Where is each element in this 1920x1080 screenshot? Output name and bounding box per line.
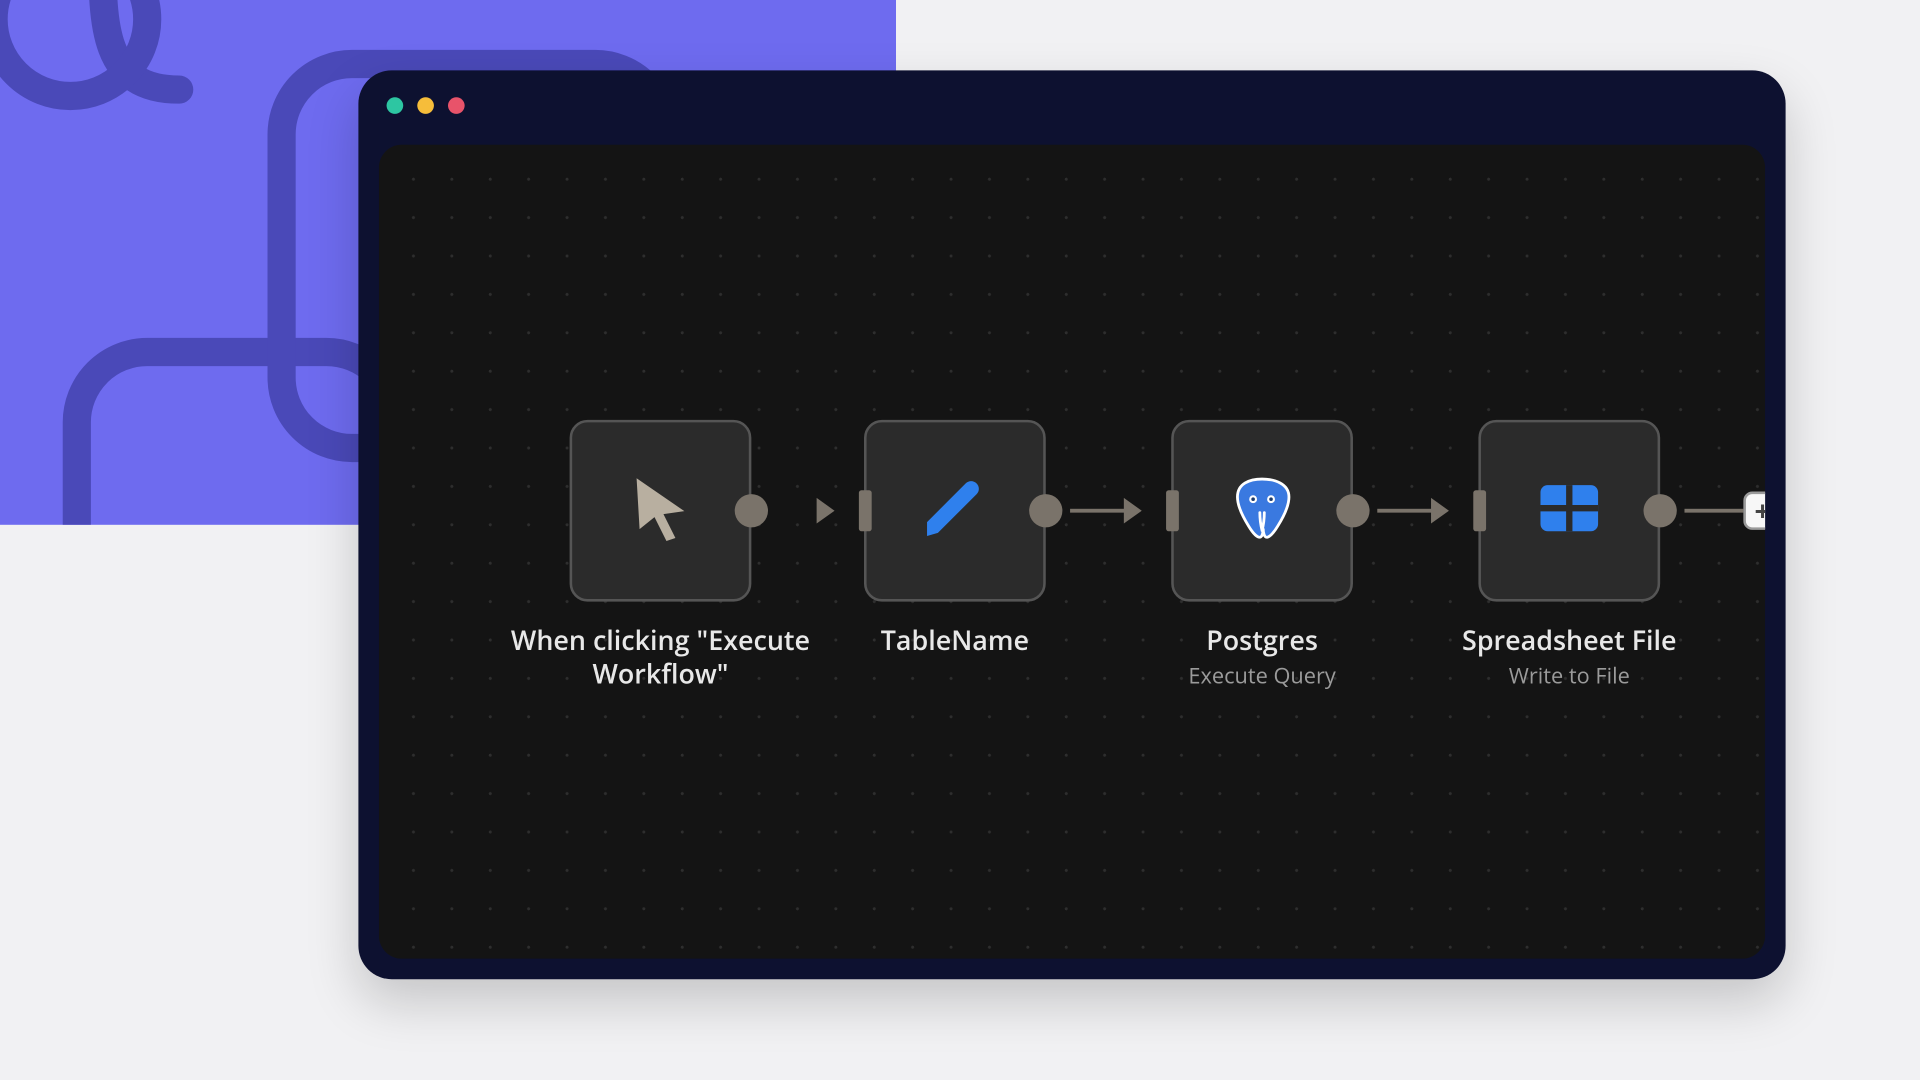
node-title: When clicking "Execute Workflow": [494, 625, 827, 692]
plus-icon: +: [1755, 497, 1766, 525]
workflow-flow: When clicking "Execute Workflow" TableNa…: [494, 420, 1765, 692]
node-tablename: TableName: [840, 420, 1070, 658]
node-spreadsheet-box[interactable]: [1478, 420, 1660, 602]
node-tablename-box[interactable]: [864, 420, 1046, 602]
node-input-port[interactable]: [859, 490, 872, 531]
add-node-tail: +: [1684, 420, 1765, 602]
add-node-button[interactable]: +: [1743, 492, 1765, 530]
workflow-canvas[interactable]: When clicking "Execute Workflow" TableNa…: [379, 145, 1765, 959]
node-trigger: When clicking "Execute Workflow": [494, 420, 827, 692]
cursor-icon: [625, 472, 697, 550]
spreadsheet-icon: [1535, 473, 1604, 549]
node-postgres: Postgres Execute Query: [1147, 420, 1377, 690]
node-output-port[interactable]: [1336, 494, 1369, 527]
pencil-icon: [918, 470, 992, 551]
node-input-port[interactable]: [1166, 490, 1179, 531]
window-close-button[interactable]: [387, 97, 404, 114]
postgres-icon: [1226, 472, 1298, 550]
window-maximize-button[interactable]: [448, 97, 465, 114]
node-spreadsheet: Spreadsheet File Write to File: [1454, 420, 1684, 690]
node-title: Spreadsheet File: [1462, 625, 1676, 659]
app-window: When clicking "Execute Workflow" TableNa…: [358, 70, 1785, 979]
connector-arrow: [1070, 420, 1147, 602]
node-trigger-box[interactable]: [570, 420, 752, 602]
node-title: TableName: [881, 625, 1029, 659]
node-output-port[interactable]: [1644, 494, 1677, 527]
connector-line: [1684, 509, 1743, 513]
window-minimize-button[interactable]: [417, 97, 434, 114]
window-titlebar: [358, 70, 1785, 140]
node-output-port[interactable]: [1029, 494, 1062, 527]
node-subtitle: Write to File: [1509, 661, 1630, 690]
node-output-port[interactable]: [735, 494, 768, 527]
node-title: Postgres: [1206, 625, 1318, 659]
connector-arrow: [827, 420, 840, 602]
node-input-port[interactable]: [1473, 490, 1486, 531]
node-subtitle: Execute Query: [1188, 661, 1335, 690]
node-postgres-box[interactable]: [1171, 420, 1353, 602]
connector-arrow: [1377, 420, 1454, 602]
